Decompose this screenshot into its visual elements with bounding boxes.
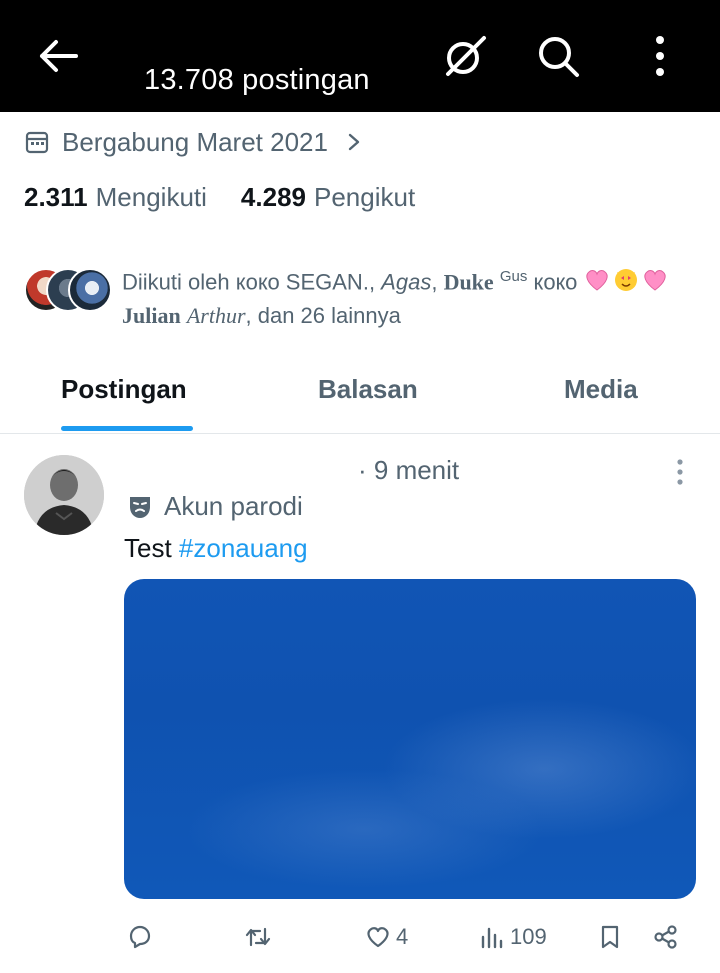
followed-by-suffix: , dan 26 lainnya [245,303,401,329]
share-button[interactable] [652,919,680,955]
joined-text: Bergabung Maret 2021 [62,126,328,157]
bookmark-button[interactable] [596,919,624,955]
views-count: 109 [510,924,547,949]
follower-name-script: Arthur [186,303,246,329]
follower-name: Agas [381,269,432,295]
parody-label: Akun parodi [126,491,303,522]
follower-name: кокo SEGAN. [235,269,369,295]
following-link[interactable]: 2.311 Mengikuti [24,182,207,213]
tab-postingan[interactable]: Postingan [61,374,187,405]
bookmark-icon [601,925,619,949]
following-label: Mengikuti [95,182,207,212]
chevron-right-icon [348,133,360,151]
followed-by-text: Diikuti oleh кокo SEGAN., Agas, Duke Gus… [122,262,712,331]
followed-by-prefix: Diikuti oleh [122,269,236,295]
emoji-hearts [584,267,668,301]
parody-text: Akun parodi [164,491,303,521]
repost-button[interactable] [244,919,272,955]
followed-by-row[interactable]: Diikuti oleh кокo SEGAN., Agas, Duke Gus… [24,262,714,328]
page-title: 13.708 postingan [144,64,370,96]
post-item[interactable]: · 9 menit Akun parodi Test #zonauang 4 1… [0,435,720,973]
post-text: Test #zonauang [124,533,308,564]
post-body: Test [124,533,179,563]
reply-icon [129,925,151,949]
reply-button[interactable] [126,919,154,955]
followers-count: 4.289 [240,182,306,212]
more-vertical-icon[interactable] [672,457,688,487]
avatar-photo-icon [24,455,104,535]
follower-name: Duke [443,269,494,295]
separator: , [431,269,444,295]
views-button[interactable]: 109 [478,919,547,955]
more-vertical-icon[interactable] [644,34,676,80]
active-tab-indicator [61,426,193,431]
post-timestamp: · 9 menit [358,455,460,485]
followers-link[interactable]: 4.289 Pengikut [241,182,415,213]
views-chart-icon [481,927,503,949]
avatar [68,268,112,312]
follower-name: Julian [122,303,181,329]
back-arrow-icon[interactable] [34,36,80,76]
followers-label: Pengikut [314,182,416,212]
separator: , [368,269,382,295]
share-icon [654,925,677,949]
post-media-image[interactable] [124,579,696,899]
following-count: 2.311 [24,182,88,212]
hashtag-link[interactable]: #zonauang [179,533,308,563]
grok-icon[interactable] [440,32,488,80]
follower-name-suffix: кокo [527,269,584,295]
tab-media[interactable]: Media [564,374,638,405]
mask-icon [130,496,150,518]
heart-icon [367,927,389,948]
tab-balasan[interactable]: Balasan [318,374,418,405]
search-icon[interactable] [534,32,582,80]
post-author-avatar[interactable] [24,455,104,535]
calendar-icon [25,131,49,154]
repost-icon [245,927,271,947]
like-count: 4 [396,924,409,949]
profile-tabs: Postingan Balasan Media [0,356,720,434]
like-button[interactable]: 4 [364,919,408,955]
joined-date-row[interactable]: Bergabung Maret 2021 [24,124,364,160]
follower-name-sup: Gus [499,268,528,285]
post-actions: 4 109 [0,919,720,959]
heart-emoji-icon [585,269,666,292]
top-bar: 13.708 postingan [0,0,720,112]
follower-avatars [24,268,114,312]
follow-counts: 2.311 Mengikuti 4.289 Pengikut [24,182,449,213]
